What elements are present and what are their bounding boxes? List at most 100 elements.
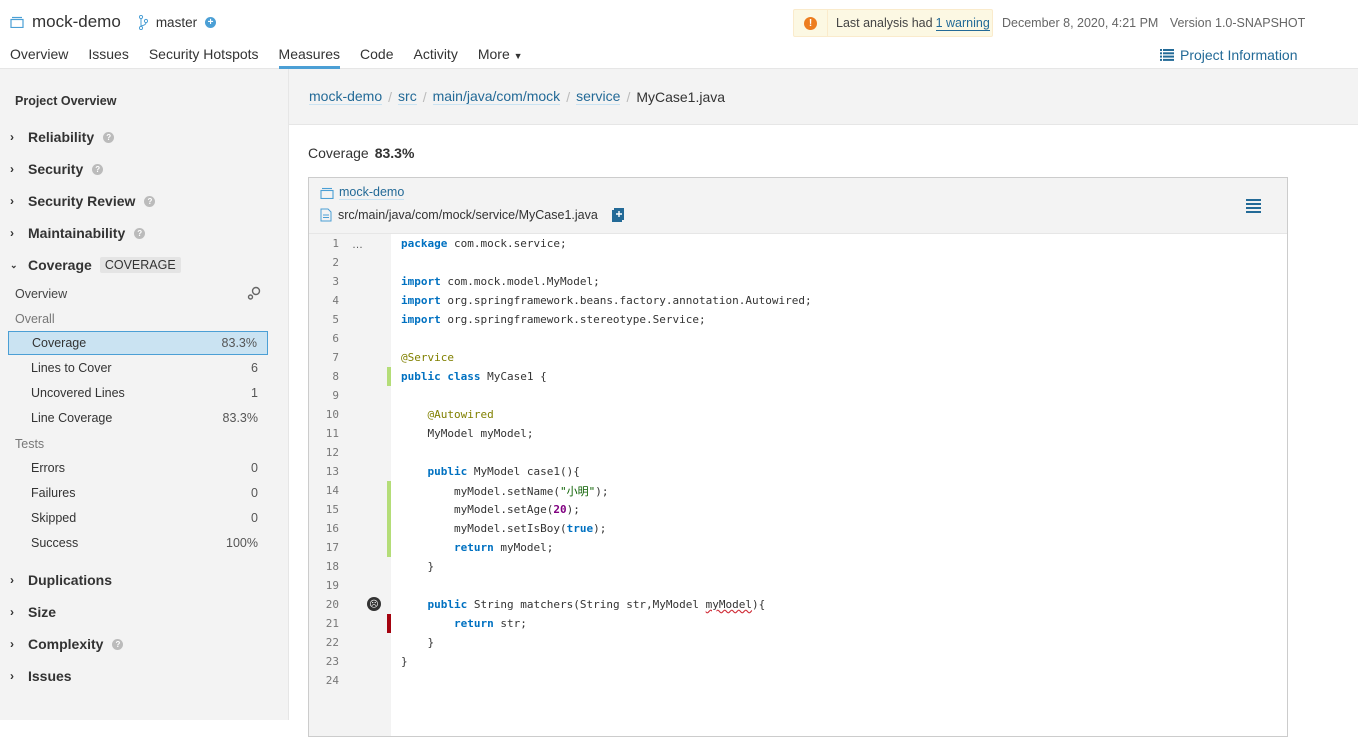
measure-failures[interactable]: Failures 0 (8, 481, 268, 505)
code-text: myModel.setAge(20); (401, 503, 580, 516)
list-icon (1160, 49, 1174, 61)
line-number[interactable]: 5 (309, 313, 339, 326)
help-icon[interactable]: ? (134, 227, 146, 239)
project-overview-link[interactable]: Project Overview (15, 94, 116, 108)
line-number[interactable]: 13 (309, 465, 339, 478)
viewer-project-link[interactable]: mock-demo (339, 185, 405, 200)
code-token: myModel.setIsBoy( (453, 522, 567, 535)
line-number[interactable]: 24 (309, 674, 339, 687)
warning-link[interactable]: 1 warning (935, 16, 990, 31)
line-number[interactable]: 15 (309, 503, 339, 516)
domain-duplications[interactable]: › Duplications (10, 572, 112, 588)
code-line: 7 @Service (309, 348, 1287, 367)
code-token: myModel.setName( (453, 484, 560, 498)
hamburger-menu-icon[interactable] (1246, 199, 1261, 215)
line-number[interactable]: 6 (309, 332, 339, 345)
nav-issues[interactable]: Issues (88, 46, 128, 67)
measure-lines-to-cover[interactable]: Lines to Cover 6 (8, 356, 268, 380)
line-number[interactable]: 3 (309, 275, 339, 288)
project-information-link[interactable]: Project Information (1160, 47, 1298, 63)
code-token: import (401, 294, 441, 307)
domain-size[interactable]: › Size (10, 604, 56, 620)
code-line: 9 (309, 386, 1287, 405)
measure-label: Line Coverage (31, 411, 113, 425)
coverage-overview-link[interactable]: Overview (15, 287, 67, 301)
coverage-marker-covered[interactable] (387, 367, 391, 386)
domain-complexity[interactable]: › Complexity? (10, 636, 124, 652)
nav-code[interactable]: Code (360, 46, 393, 67)
code-token: import (401, 275, 441, 288)
breadcrumb-service[interactable]: service (576, 88, 621, 105)
line-number[interactable]: 11 (309, 427, 339, 440)
warning-icon: ! (804, 16, 817, 30)
line-number[interactable]: 17 (309, 541, 339, 554)
coverage-marker-covered[interactable] (387, 481, 391, 500)
breadcrumb-package[interactable]: main/java/com/mock (432, 88, 561, 105)
measure-line-coverage[interactable]: Line Coverage 83.3% (8, 406, 268, 430)
nav-activity[interactable]: Activity (413, 46, 457, 67)
domain-security[interactable]: › Security? (10, 161, 104, 177)
nav-more-label: More (477, 46, 510, 62)
domain-reliability[interactable]: › Reliability? (10, 129, 115, 145)
branch-name[interactable]: master (156, 15, 197, 30)
nav-more[interactable]: More ▼ (478, 46, 523, 67)
domain-security-review[interactable]: › Security Review? (10, 193, 156, 209)
code-token: public (427, 598, 468, 611)
nav-measures[interactable]: Measures (278, 46, 341, 69)
line-number[interactable]: 16 (309, 522, 339, 535)
code-text: } (401, 560, 435, 573)
code-line: 21 return str; (309, 614, 1287, 633)
code-token: ); (566, 503, 580, 516)
measure-label: Failures (31, 486, 76, 500)
favorite-add-icon[interactable] (611, 208, 624, 222)
code-token: import (401, 313, 441, 326)
measure-value: 6 (251, 361, 258, 375)
nav-security-hotspots[interactable]: Security Hotspots (149, 46, 259, 67)
coverage-marker-uncovered[interactable] (387, 614, 391, 633)
measure-uncovered-lines[interactable]: Uncovered Lines 1 (8, 381, 268, 405)
line-number[interactable]: 22 (309, 636, 339, 649)
domain-coverage[interactable]: ⌄ Coverage COVERAGE (10, 257, 181, 273)
branch-add-icon[interactable]: + (205, 16, 217, 28)
coverage-marker-covered[interactable] (387, 519, 391, 538)
measure-skipped[interactable]: Skipped 0 (8, 506, 268, 530)
measure-label: Errors (31, 461, 66, 475)
help-icon[interactable]: ? (92, 163, 104, 175)
line-number[interactable]: 12 (309, 446, 339, 459)
domain-issues[interactable]: › Issues (10, 668, 72, 684)
line-number[interactable]: 9 (309, 389, 339, 402)
measure-success[interactable]: Success 100% (8, 531, 268, 555)
help-icon[interactable]: ? (144, 195, 156, 207)
project-version: Version 1.0-SNAPSHOT (1169, 16, 1306, 30)
line-number[interactable]: 8 (309, 370, 339, 383)
code-line: 3 import com.mock.model.MyModel; (309, 272, 1287, 291)
line-number[interactable]: 10 (309, 408, 339, 421)
code-token: org.springframework.stereotype.Service; (440, 313, 706, 326)
coverage-marker-covered[interactable] (387, 500, 391, 519)
line-number[interactable]: 21 (309, 617, 339, 630)
line-number[interactable]: 2 (309, 256, 339, 269)
domain-maintainability[interactable]: › Maintainability? (10, 225, 146, 241)
breadcrumb-src[interactable]: src (398, 88, 417, 105)
line-number[interactable]: 7 (309, 351, 339, 364)
help-icon[interactable]: ? (112, 638, 124, 650)
code-line: 24 (309, 671, 1287, 690)
line-number[interactable]: 20 (309, 598, 339, 611)
line-number[interactable]: 23 (309, 655, 339, 668)
breadcrumb-project[interactable]: mock-demo (309, 88, 383, 105)
measure-coverage[interactable]: Coverage 83.3% (8, 331, 268, 355)
measure-label: Uncovered Lines (31, 386, 125, 400)
line-number[interactable]: 1 (309, 237, 339, 250)
line-number[interactable]: 18 (309, 560, 339, 573)
bubble-chart-icon[interactable] (247, 286, 261, 300)
line-number[interactable]: 4 (309, 294, 339, 307)
line-number[interactable]: 14 (309, 484, 339, 497)
coverage-marker-covered[interactable] (387, 538, 391, 557)
domain-label: Size (28, 604, 57, 620)
breadcrumb-separator: / (626, 88, 631, 105)
measure-errors[interactable]: Errors 0 (8, 456, 268, 480)
help-icon[interactable]: ? (103, 131, 115, 143)
line-number[interactable]: 19 (309, 579, 339, 592)
project-name-link[interactable]: mock-demo (32, 12, 121, 32)
nav-overview[interactable]: Overview (10, 46, 68, 67)
